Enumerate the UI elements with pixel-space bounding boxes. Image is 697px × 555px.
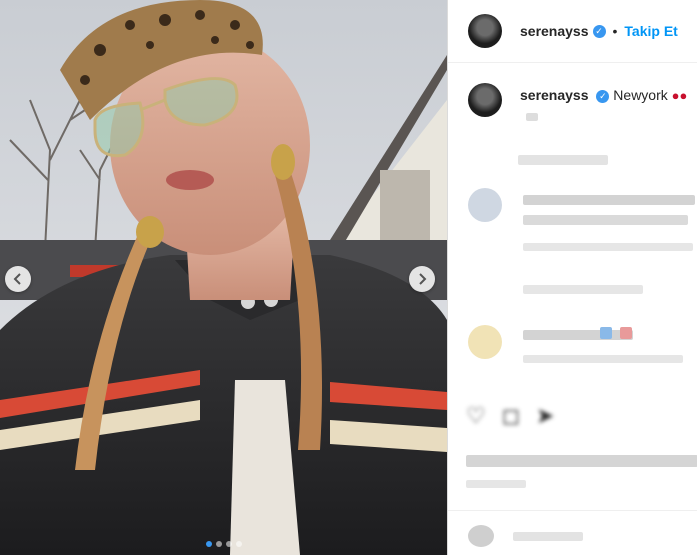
- blurred-comment: [523, 195, 695, 205]
- blurred-date: [466, 480, 526, 488]
- avatar[interactable]: [468, 188, 502, 222]
- separator: •: [612, 23, 618, 39]
- blurred-emoji: [620, 327, 632, 339]
- avatar[interactable]: [468, 14, 502, 48]
- share-icon[interactable]: ➤: [536, 403, 554, 429]
- caption-location: Newyork: [613, 87, 668, 103]
- blurred-comment-meta: [523, 355, 683, 363]
- carousel-dots: [0, 541, 447, 547]
- caption-text: serenayss ✓ Newyork ●●: [520, 87, 687, 103]
- carousel-dot: [235, 541, 242, 547]
- chevron-right-icon: [419, 273, 427, 285]
- blurred-emoji: [600, 327, 612, 339]
- blurred-comment: [523, 330, 633, 340]
- post-header: serenayss ✓ • Takip Et: [448, 0, 697, 63]
- blurred-likes: [466, 455, 697, 467]
- carousel-dot: [225, 541, 232, 547]
- post-sidebar: serenayss ✓ • Takip Et serenayss ✓ Newyo…: [447, 0, 697, 555]
- blurred-comment-meta: [523, 243, 693, 251]
- carousel-dot: [205, 541, 212, 547]
- verified-badge-icon: ✓: [592, 24, 606, 38]
- heart-icon[interactable]: ♡: [466, 403, 486, 429]
- cherry-emoji-icon: ●●: [671, 88, 688, 103]
- verified-badge-icon: ✓: [596, 89, 610, 103]
- post-photo[interactable]: [0, 0, 447, 555]
- carousel-dot: [215, 541, 222, 547]
- caption: serenayss ✓ Newyork ●●: [448, 63, 697, 117]
- blurred-timestamp: [518, 155, 608, 165]
- blurred-comment: [523, 215, 688, 225]
- caption-username[interactable]: serenayss: [520, 87, 589, 103]
- avatar[interactable]: [468, 83, 502, 117]
- follow-button[interactable]: Takip Et: [624, 23, 677, 39]
- avatar[interactable]: [468, 325, 502, 359]
- comment-input[interactable]: [513, 532, 583, 541]
- blurred-replies: [523, 285, 643, 294]
- post-actions: ♡ ◻ ➤: [466, 403, 554, 429]
- divider: [448, 510, 697, 511]
- carousel-next-button[interactable]: [409, 266, 435, 292]
- carousel-previous-button[interactable]: [5, 266, 31, 292]
- emoji-icon[interactable]: [468, 525, 494, 547]
- comment-icon[interactable]: ◻: [502, 403, 520, 429]
- username[interactable]: serenayss: [520, 23, 589, 39]
- blurred-text: [526, 113, 538, 121]
- chevron-left-icon: [13, 273, 21, 285]
